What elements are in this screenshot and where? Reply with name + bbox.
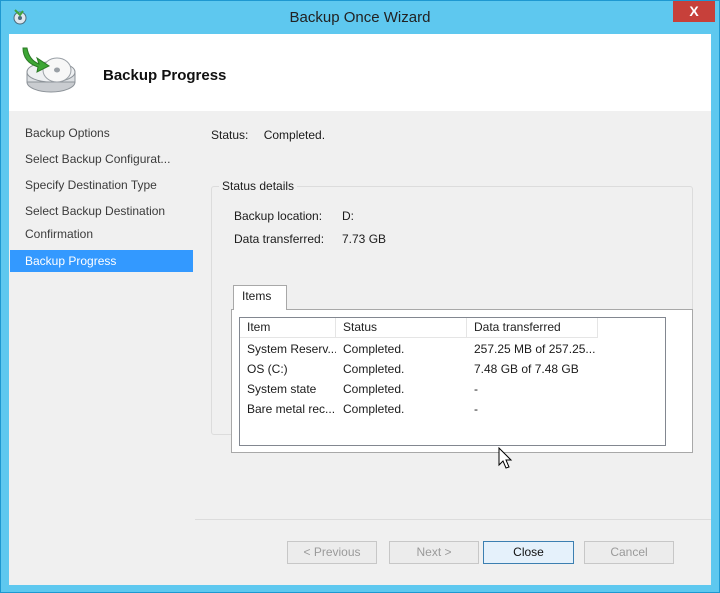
wizard-header: Backup Progress [9,34,711,111]
step-select-backup-configuration[interactable]: Select Backup Configurat... [10,148,193,170]
close-button[interactable]: Close [483,541,574,564]
row-data-cell: 7.48 GB of 7.48 GB [474,362,579,376]
page-title: Backup Progress [103,67,227,84]
status-label: Status: [211,128,249,142]
row-item-cell: System state [247,382,317,396]
step-specify-destination-type[interactable]: Specify Destination Type [10,174,193,196]
button-separator [195,519,711,520]
step-backup-progress[interactable]: Backup Progress [10,250,193,272]
step-select-backup-destination[interactable]: Select Backup Destination [10,200,193,222]
step-confirmation[interactable]: Confirmation [10,223,193,245]
status-value: Completed. [263,128,326,142]
close-window-button[interactable]: X [673,1,715,22]
backup-location-value: D: [342,209,354,223]
row-item-cell: OS (C:) [247,362,288,376]
row-item-cell: System Reserv... [247,342,336,356]
row-data-cell: - [474,382,478,396]
title-bar[interactable]: Backup Once Wizard X [1,1,719,34]
wizard-body: Backup Progress Backup Options Select Ba… [9,34,711,585]
backup-location-label: Backup location: [234,209,323,223]
status-row: Status: Completed. [211,128,325,142]
items-tab-panel: Item Status Data transferred System Rese… [231,309,693,453]
status-details-label: Status details [219,179,298,193]
row-data-cell: - [474,402,478,416]
row-status-cell: Completed. [343,342,405,356]
window-title: Backup Once Wizard [289,9,431,26]
row-status-cell: Completed. [343,402,405,416]
items-list[interactable]: Item Status Data transferred System Rese… [239,317,666,446]
data-transferred-label: Data transferred: [234,232,325,246]
column-header-item[interactable]: Item [240,318,336,338]
cancel-button[interactable]: Cancel [584,541,674,564]
main-panel: Status: Completed. Status details Backup… [195,111,711,585]
tab-items[interactable]: Items [233,285,287,310]
wizard-window: Backup Once Wizard X Backup Progress Bac… [0,0,720,593]
row-item-cell: Bare metal rec... [247,402,336,416]
next-button[interactable]: Next > [389,541,479,564]
row-data-cell: 257.25 MB of 257.25... [474,342,596,356]
row-status-cell: Completed. [343,362,405,376]
column-header-status[interactable]: Status [336,318,467,338]
previous-button[interactable]: < Previous [287,541,377,564]
column-header-data-transferred[interactable]: Data transferred [467,318,598,338]
row-status-cell: Completed. [343,382,405,396]
backup-disk-icon [22,47,76,93]
wizard-steps: Backup Options Select Backup Configurat.… [9,111,193,585]
mouse-pointer-icon [498,447,513,469]
data-transferred-value: 7.73 GB [342,232,387,246]
step-backup-options[interactable]: Backup Options [10,122,193,144]
